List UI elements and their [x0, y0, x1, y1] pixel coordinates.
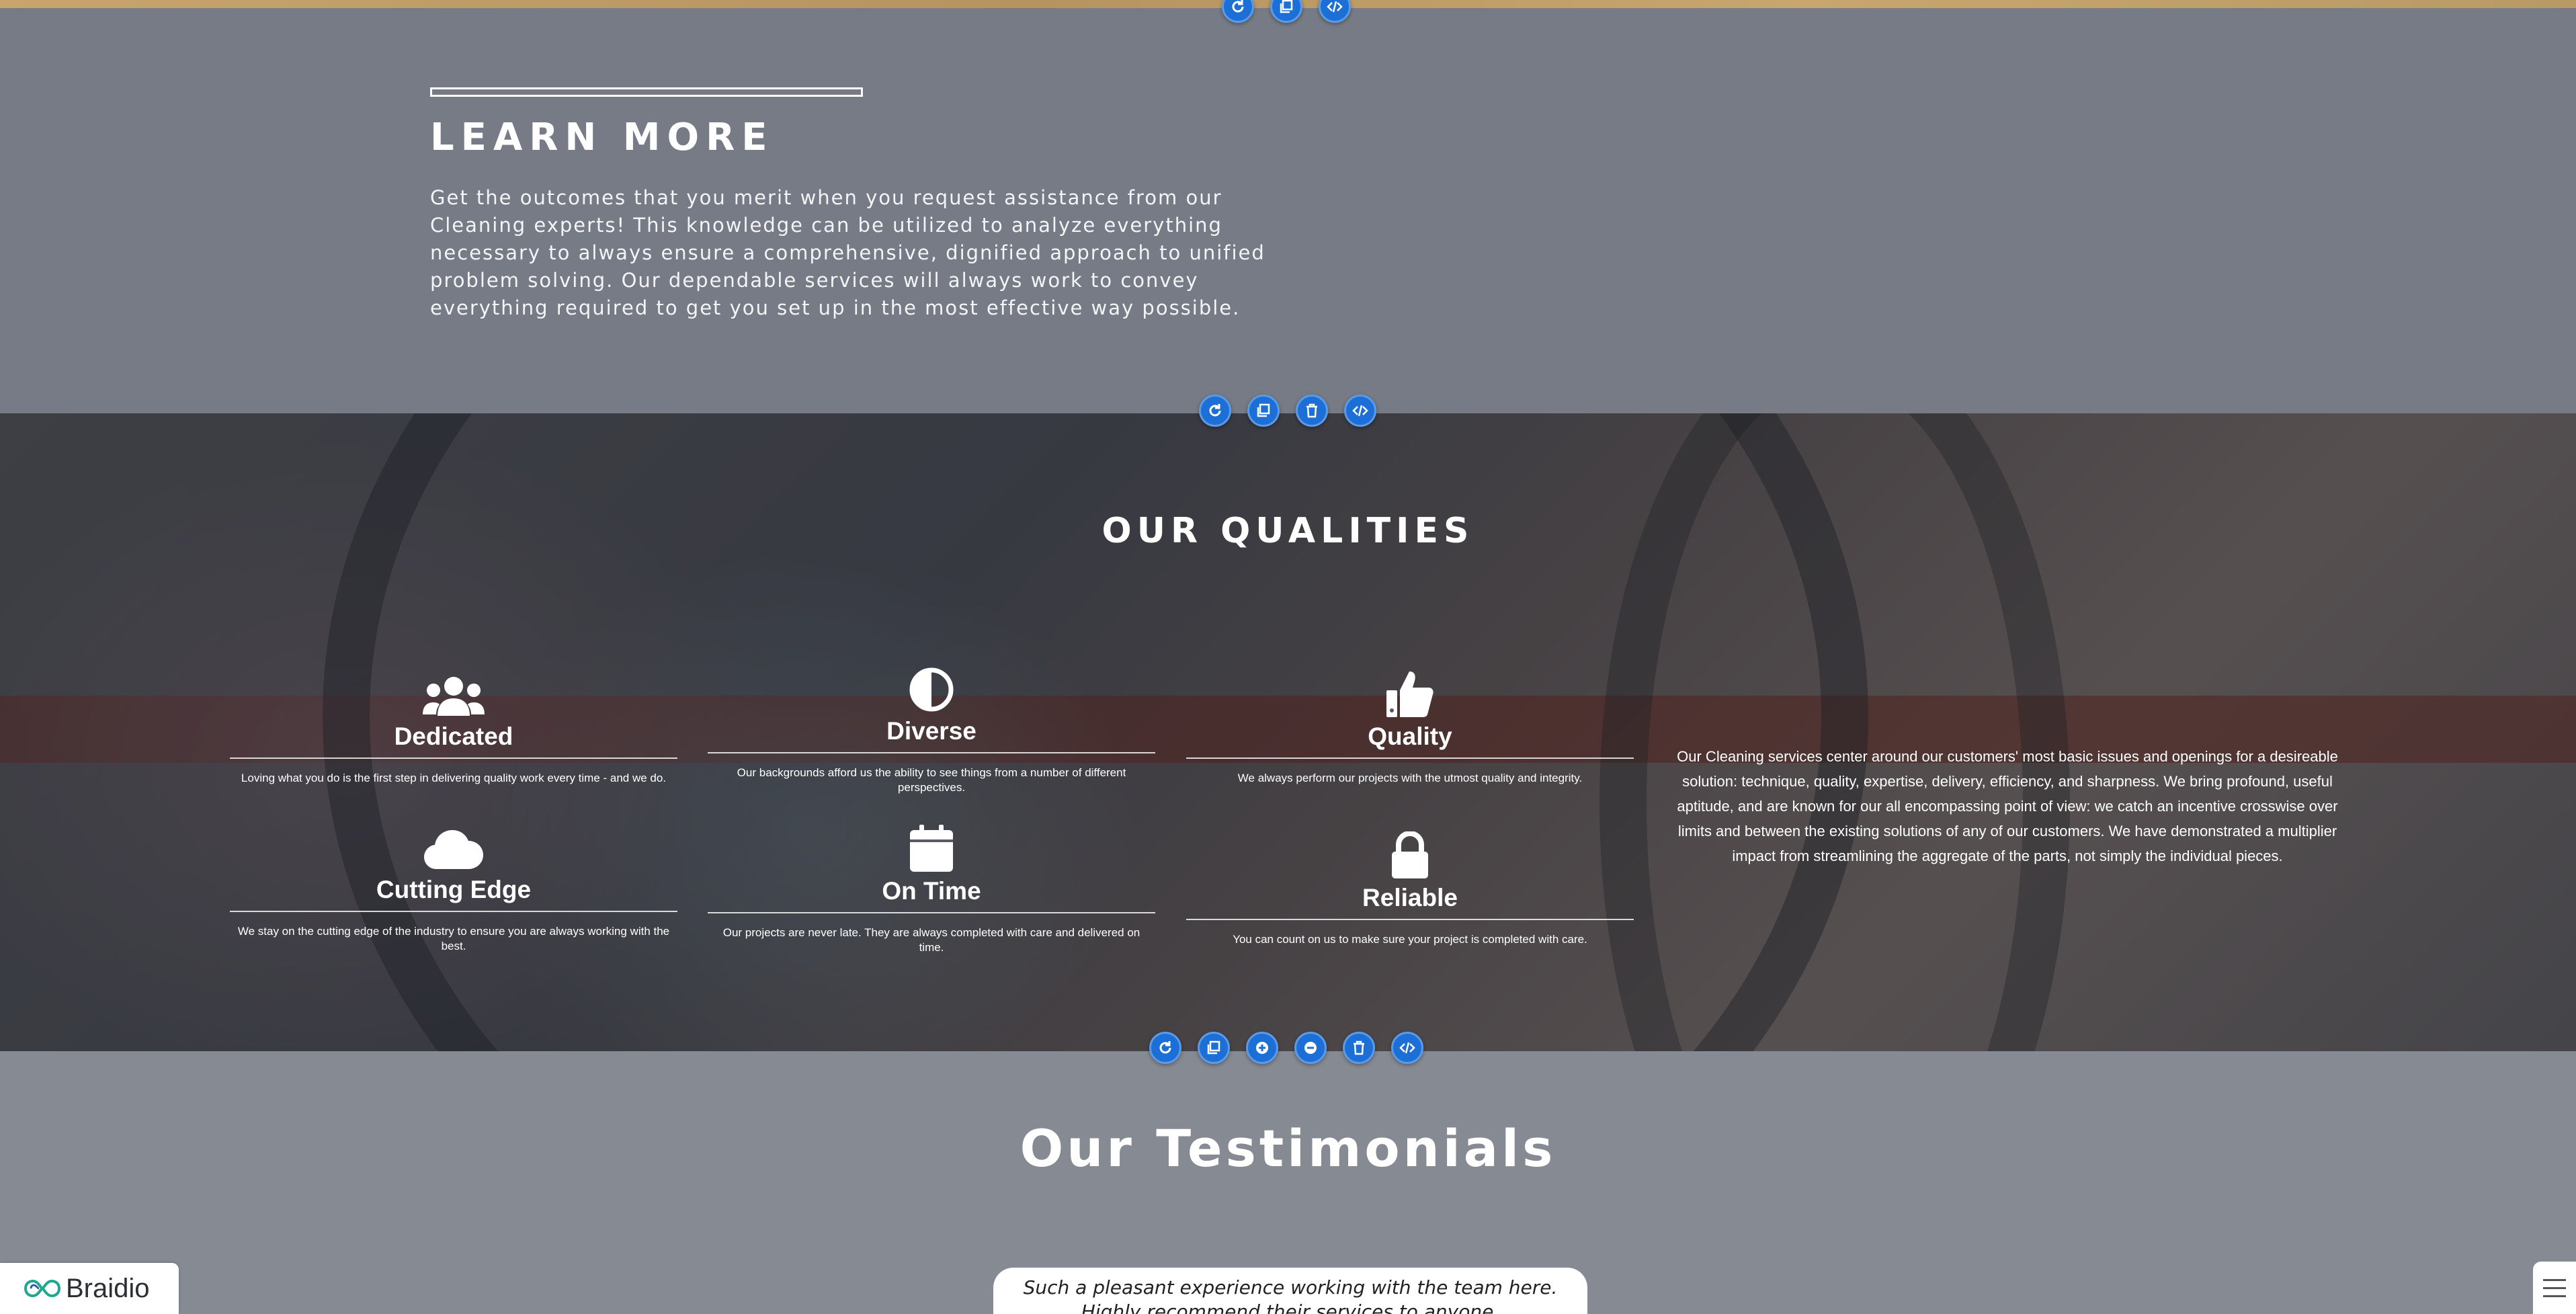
add-button[interactable] — [1246, 1032, 1278, 1064]
remove-button[interactable] — [1294, 1032, 1327, 1064]
learn-more-title: LEARN MORE — [430, 116, 774, 159]
delete-button[interactable] — [1343, 1032, 1375, 1064]
braidio-logo-icon — [24, 1279, 61, 1298]
section-toolbar-top — [1222, 0, 1351, 23]
testimonial-quote: Such a pleasant experience working with … — [1023, 1276, 1558, 1314]
code-icon — [1399, 1042, 1415, 1054]
quality-text: You can count on us to make sure your pr… — [1233, 933, 1587, 946]
refresh-icon — [1232, 0, 1244, 13]
quality-card-on-time: On Time Our projects are never late. The… — [708, 825, 1155, 955]
learn-more-body: Get the outcomes that you merit when you… — [430, 186, 1265, 319]
quality-title: On Time — [882, 877, 981, 905]
refresh-button[interactable] — [1149, 1032, 1181, 1064]
cloud-icon — [424, 830, 483, 869]
testimonials-section: Our Testimonials Such a pleasant experie… — [0, 1051, 2576, 1314]
divider — [708, 752, 1155, 753]
quality-text: Our projects are never late. They are al… — [722, 926, 1140, 954]
code-button[interactable] — [1344, 395, 1376, 427]
quality-title: Cutting Edge — [376, 876, 532, 903]
refresh-button[interactable] — [1199, 395, 1231, 427]
menu-button[interactable] — [2533, 1262, 2576, 1314]
qualities-title: OUR QUALITIES — [1102, 511, 1474, 551]
divider — [230, 911, 677, 912]
users-icon — [423, 677, 485, 716]
quality-text: Our backgrounds afford us the ability to… — [737, 766, 1126, 794]
menu-line — [2543, 1295, 2566, 1297]
quality-card-reliable: Reliable You can count on us to make sur… — [1186, 831, 1634, 947]
qualities-description: Our Cleaning services center around our … — [1677, 748, 2338, 864]
title-rule — [430, 87, 863, 97]
trash-icon — [1354, 1040, 1364, 1055]
testimonial-card: Such a pleasant experience working with … — [993, 1268, 1587, 1314]
quality-title: Reliable — [1362, 884, 1458, 911]
delete-button[interactable] — [1296, 395, 1328, 427]
quality-title: Dedicated — [394, 723, 513, 750]
refresh-icon — [1159, 1041, 1171, 1054]
divider — [230, 757, 677, 759]
copy-icon — [1280, 0, 1293, 13]
code-button[interactable] — [1319, 0, 1351, 23]
quality-card-cutting-edge: Cutting Edge We stay on the cutting edge… — [230, 829, 677, 954]
quality-title: Diverse — [886, 717, 977, 745]
learn-more-section: LEARN MORE Get the outcomes that you mer… — [0, 8, 2576, 413]
copy-icon — [1257, 403, 1270, 417]
code-button[interactable] — [1391, 1032, 1423, 1064]
minus-circle-icon — [1304, 1042, 1317, 1054]
braidio-badge[interactable]: Braidio — [0, 1263, 179, 1314]
quality-text: We always perform our projects with the … — [1237, 772, 1583, 784]
plus-circle-icon — [1256, 1042, 1268, 1054]
quality-card-quality: Quality We always perform our projects w… — [1186, 669, 1634, 786]
trash-icon — [1306, 403, 1317, 418]
quality-text: Loving what you do is the first step in … — [241, 772, 667, 784]
braidio-name: Braidio — [66, 1273, 150, 1303]
code-icon — [1327, 1, 1343, 13]
refresh-icon — [1209, 404, 1221, 417]
duplicate-button[interactable] — [1247, 395, 1280, 427]
divider — [1186, 757, 1634, 759]
code-icon — [1352, 405, 1368, 417]
divider — [1186, 919, 1634, 920]
quality-text: We stay on the cutting edge of the indus… — [237, 925, 670, 952]
copy-icon — [1207, 1040, 1220, 1055]
divider — [708, 912, 1155, 913]
section-toolbar-qualities — [1199, 395, 1376, 427]
quality-title: Quality — [1368, 723, 1452, 750]
thumbs-up-icon — [1386, 671, 1434, 717]
qualities-section: OUR QUALITIES Dedicated Loving what you … — [0, 413, 2576, 1051]
section-toolbar-testimonials — [1149, 1032, 1423, 1064]
calendar-icon — [910, 825, 953, 872]
duplicate-button[interactable] — [1270, 0, 1302, 23]
quality-card-diverse: Diverse Our backgrounds afford us the ab… — [708, 667, 1155, 795]
menu-line — [2543, 1278, 2566, 1281]
testimonials-title: Our Testimonials — [1020, 1118, 1556, 1178]
duplicate-button[interactable] — [1198, 1032, 1230, 1064]
quality-card-dedicated: Dedicated Loving what you do is the firs… — [230, 675, 677, 786]
refresh-button[interactable] — [1222, 0, 1254, 23]
lock-icon — [1392, 831, 1428, 878]
menu-line — [2543, 1286, 2566, 1289]
half-circle-icon — [909, 667, 954, 712]
